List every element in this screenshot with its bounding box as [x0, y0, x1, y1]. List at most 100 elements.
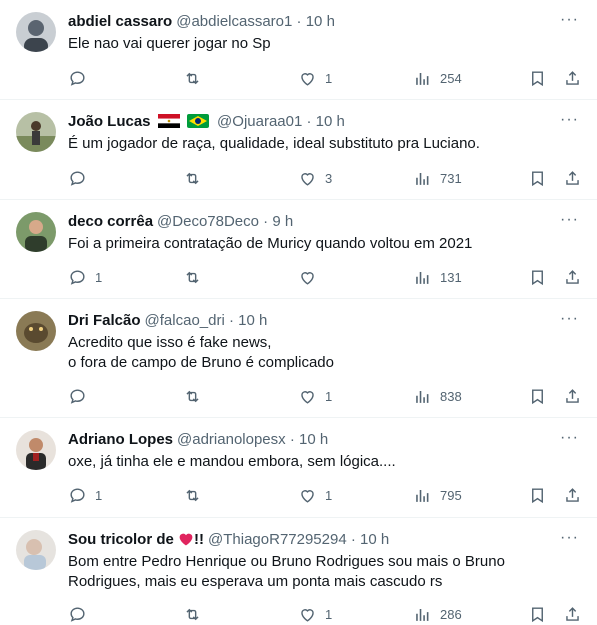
- more-options-icon[interactable]: ···: [560, 210, 579, 230]
- views-button[interactable]: 731: [413, 167, 462, 189]
- timestamp[interactable]: 10 h: [299, 431, 328, 448]
- timestamp[interactable]: 10 h: [360, 531, 389, 548]
- reply-button[interactable]: 1: [68, 484, 102, 506]
- share-button[interactable]: [563, 603, 582, 625]
- reply-button[interactable]: 1: [68, 266, 102, 288]
- timestamp[interactable]: 10 h: [316, 113, 345, 130]
- views-button[interactable]: 795: [413, 484, 462, 506]
- views-button[interactable]: 254: [413, 67, 462, 89]
- reply-button[interactable]: [68, 385, 95, 407]
- reply[interactable]: Dri Falcão @falcao_dri · 10 h ··· Acredit…: [0, 299, 597, 418]
- heart-icon: [301, 72, 314, 86]
- share-button[interactable]: [563, 484, 582, 506]
- more-options-icon[interactable]: ···: [560, 428, 579, 448]
- reply-text: Foi a primeira contratação de Muricy qua…: [68, 234, 568, 254]
- reply-text: É um jogador de raça, qualidade, ideal s…: [68, 134, 568, 154]
- bookmark-button[interactable]: [528, 385, 547, 407]
- bookmark-icon: [532, 606, 543, 622]
- avatar[interactable]: [16, 112, 56, 152]
- timestamp[interactable]: 10 h: [306, 13, 335, 30]
- timestamp[interactable]: 9 h: [272, 213, 293, 230]
- more-options-icon[interactable]: ···: [560, 309, 579, 329]
- view-count: 795: [440, 487, 462, 503]
- views-chart-icon: [416, 72, 429, 85]
- user-handle[interactable]: @Ojuaraa01: [217, 113, 302, 130]
- reply-icon: [70, 170, 85, 186]
- timestamp[interactable]: 10 h: [238, 312, 267, 329]
- share-button[interactable]: [563, 167, 582, 189]
- avatar[interactable]: [16, 311, 56, 351]
- flag-brazil-icon: [186, 114, 209, 134]
- avatar[interactable]: [16, 530, 56, 570]
- views-chart-icon: [416, 271, 429, 284]
- repost-button[interactable]: [183, 266, 210, 288]
- share-icon: [566, 170, 579, 185]
- reply-button[interactable]: [68, 167, 95, 189]
- avatar[interactable]: [16, 12, 56, 52]
- separator-dot: ·: [306, 113, 312, 130]
- reply-icon: [70, 269, 85, 285]
- bookmark-button[interactable]: [528, 603, 547, 625]
- like-count: 1: [325, 388, 333, 404]
- share-button[interactable]: [563, 67, 582, 89]
- display-name[interactable]: deco corrêa: [68, 213, 153, 230]
- share-button[interactable]: [563, 385, 582, 407]
- view-count: 731: [440, 170, 462, 186]
- user-handle[interactable]: @ThiagoR77295294: [208, 531, 347, 548]
- display-name[interactable]: Adriano Lopes: [68, 431, 173, 448]
- repost-button[interactable]: [183, 484, 210, 506]
- more-options-icon[interactable]: ···: [560, 10, 579, 30]
- action-bar: 1 131: [0, 266, 597, 288]
- bookmark-button[interactable]: [528, 266, 547, 288]
- avatar[interactable]: [16, 212, 56, 252]
- reply-text: Ele nao vai querer jogar no Sp: [68, 34, 568, 54]
- user-handle[interactable]: @falcao_dri: [145, 312, 225, 329]
- views-button[interactable]: 131: [413, 266, 462, 288]
- reply-feed: abdiel cassaro @abdielcassaro1 · 10 h ···…: [0, 0, 597, 624]
- like-count: 3: [325, 170, 333, 186]
- more-options-icon[interactable]: ···: [560, 528, 579, 548]
- views-button[interactable]: 286: [413, 603, 462, 625]
- bookmark-icon: [532, 487, 543, 503]
- like-button[interactable]: 3: [298, 167, 332, 189]
- reply[interactable]: João Lucas @Ojuaraa01 · 10 h ··· É um jo…: [0, 100, 597, 200]
- bookmark-button[interactable]: [528, 67, 547, 89]
- bookmark-icon: [532, 388, 543, 404]
- reply-button[interactable]: [68, 67, 95, 89]
- reply[interactable]: Adriano Lopes @adrianolopesx · 10 h ··· o…: [0, 418, 597, 518]
- views-chart-icon: [416, 390, 429, 403]
- repost-button[interactable]: [183, 603, 210, 625]
- display-name[interactable]: abdiel cassaro: [68, 13, 172, 30]
- like-button[interactable]: 1: [298, 67, 332, 89]
- separator-dot: ·: [228, 312, 234, 329]
- repost-button[interactable]: [183, 385, 210, 407]
- like-button[interactable]: [298, 266, 325, 288]
- like-count: 1: [325, 487, 333, 503]
- repost-button[interactable]: [183, 167, 210, 189]
- like-button[interactable]: 1: [298, 484, 332, 506]
- repost-button[interactable]: [183, 67, 210, 89]
- share-button[interactable]: [563, 266, 582, 288]
- like-button[interactable]: 1: [298, 385, 332, 407]
- views-button[interactable]: 838: [413, 385, 462, 407]
- user-handle[interactable]: @abdielcassaro1: [176, 13, 292, 30]
- heart-icon: [301, 271, 314, 285]
- bookmark-button[interactable]: [528, 167, 547, 189]
- reply-header: deco corrêa @Deco78Deco · 9 h: [68, 212, 293, 232]
- avatar[interactable]: [16, 430, 56, 470]
- reply[interactable]: Sou tricolor de !! @ThiagoR77295294 · 10 …: [0, 518, 597, 624]
- display-name[interactable]: Sou tricolor de !!: [68, 531, 204, 548]
- more-options-icon[interactable]: ···: [560, 110, 579, 130]
- reply-button[interactable]: [68, 603, 95, 625]
- display-name[interactable]: Dri Falcão: [68, 312, 141, 329]
- display-name[interactable]: João Lucas: [68, 113, 151, 130]
- user-handle[interactable]: @adrianolopesx: [177, 431, 286, 448]
- views-chart-icon: [416, 172, 429, 185]
- like-button[interactable]: 1: [298, 603, 332, 625]
- bookmark-button[interactable]: [528, 484, 547, 506]
- user-handle[interactable]: @Deco78Deco: [157, 213, 259, 230]
- action-bar: 1 1 795: [0, 484, 597, 506]
- reply[interactable]: deco corrêa @Deco78Deco · 9 h ··· Foi a p…: [0, 200, 597, 299]
- text-line: Rodrigues, mais eu esperava um ponta mai…: [68, 573, 443, 590]
- reply[interactable]: abdiel cassaro @abdielcassaro1 · 10 h ···…: [0, 0, 597, 100]
